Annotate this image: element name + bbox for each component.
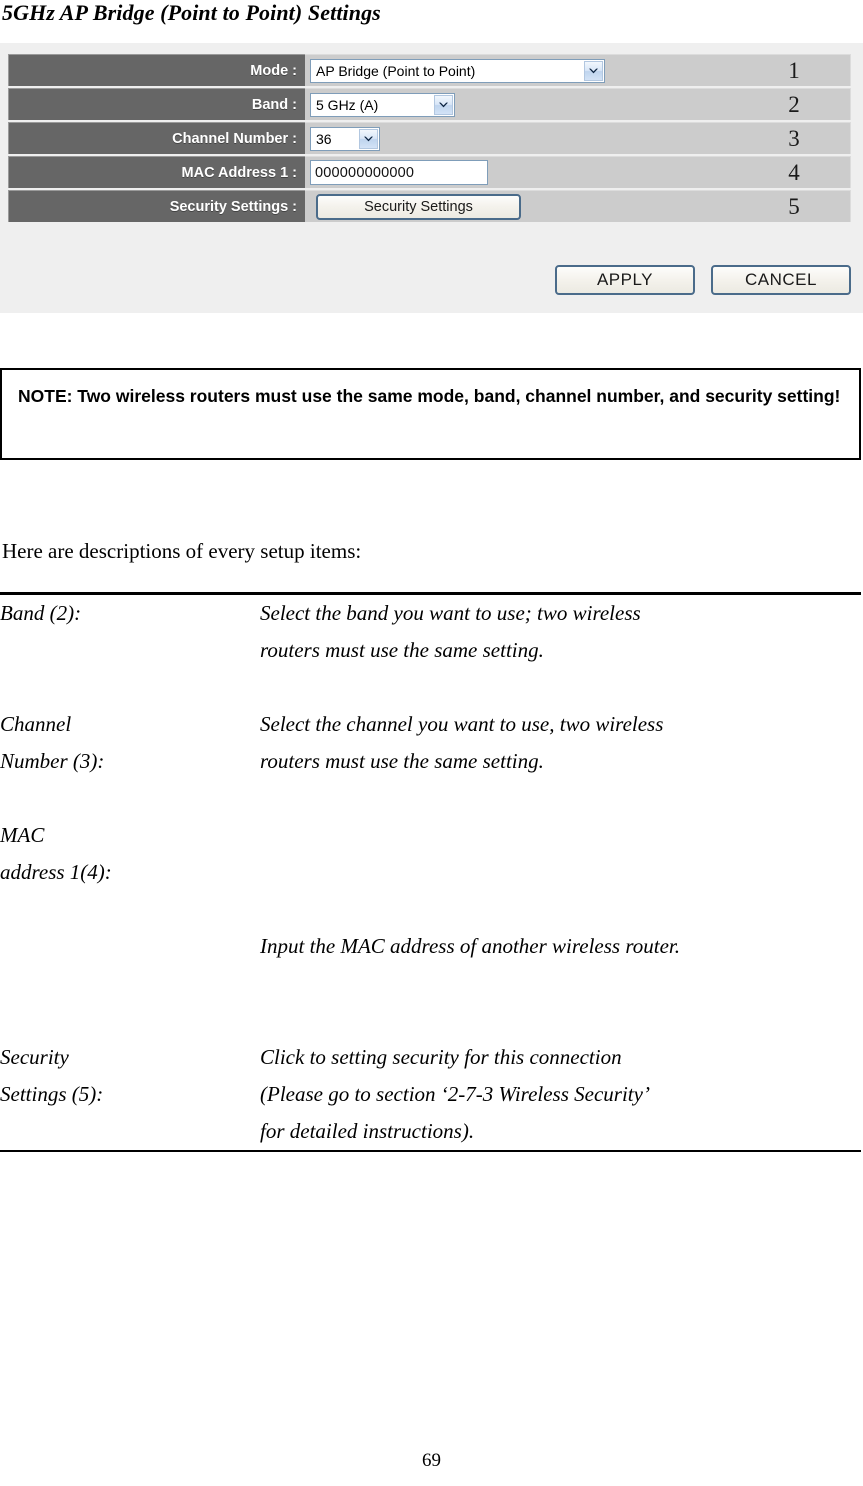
- spacer-cell: [0, 1002, 861, 1039]
- descriptions-section: Band (2): Select the band you want to us…: [0, 592, 861, 1152]
- mode-select[interactable]: AP Bridge (Point to Point): [310, 58, 605, 83]
- page-title: 5GHz AP Bridge (Point to Point) Settings: [2, 0, 381, 25]
- desc-definition-mac-address-1: Input the MAC address of another wireles…: [260, 817, 861, 1002]
- list-item: MAC address 1(4): Input the MAC address …: [0, 817, 861, 1002]
- table-row: MAC Address 1 : 000000000000 4: [8, 156, 851, 188]
- spacer-cell: [0, 669, 861, 706]
- row-spacer: [0, 780, 861, 817]
- field-value-security-settings: Security Settings: [305, 190, 738, 222]
- row-spacer: [0, 1002, 861, 1039]
- chevron-down-icon[interactable]: [359, 128, 378, 149]
- note-callout-box: NOTE: Two wireless routers must use the …: [0, 368, 861, 460]
- descriptions-intro: Here are descriptions of every setup ite…: [2, 539, 362, 563]
- cancel-button[interactable]: CANCEL: [711, 265, 851, 295]
- desc-definition-mac-address-1-text: Input the MAC address of another wireles…: [260, 934, 680, 958]
- mode-select-value: AP Bridge (Point to Point): [316, 62, 476, 79]
- descriptions-table: Band (2): Select the band you want to us…: [0, 595, 861, 1150]
- list-item: Channel Number (3): Select the channel y…: [0, 706, 861, 780]
- apply-button[interactable]: APPLY: [555, 265, 695, 295]
- field-label-mode: Mode :: [8, 54, 305, 86]
- desc-term-channel-number: Channel Number (3):: [0, 712, 105, 773]
- note-text: NOTE: Two wireless routers must use the …: [18, 386, 841, 406]
- field-value-channel-number: 36: [305, 122, 738, 154]
- mac-address-1-input[interactable]: 000000000000: [310, 160, 488, 185]
- desc-definition-channel-number: Select the channel you want to use, two …: [260, 712, 664, 773]
- action-bar: APPLY CANCEL: [0, 265, 851, 295]
- field-value-mac-address-1: 000000000000: [305, 156, 738, 188]
- channel-number-select-value: 36: [316, 130, 332, 147]
- field-value-mode: AP Bridge (Point to Point): [305, 54, 738, 86]
- field-label-band: Band :: [8, 88, 305, 120]
- chevron-down-icon[interactable]: [434, 94, 453, 115]
- field-label-mac-address-1: MAC Address 1 :: [8, 156, 305, 188]
- desc-term-security-settings: Security Settings (5):: [0, 1045, 104, 1106]
- field-label-security-settings: Security Settings :: [8, 190, 305, 222]
- list-item: Band (2): Select the band you want to us…: [0, 595, 861, 669]
- step-marker-4: 4: [738, 156, 851, 188]
- table-row: Mode : AP Bridge (Point to Point) 1: [8, 54, 851, 86]
- spacer-cell: [0, 780, 861, 817]
- band-select-value: 5 GHz (A): [316, 96, 379, 113]
- step-marker-1: 1: [738, 54, 851, 86]
- list-item: Security Settings (5): Click to setting …: [0, 1039, 861, 1150]
- step-marker-3: 3: [738, 122, 851, 154]
- step-marker-5: 5: [738, 190, 851, 222]
- channel-number-select[interactable]: 36: [310, 126, 380, 151]
- divider-bottom: [0, 1150, 861, 1152]
- field-value-band: 5 GHz (A): [305, 88, 738, 120]
- row-spacer: [0, 669, 861, 706]
- desc-definition-band: Select the band you want to use; two wir…: [260, 601, 641, 662]
- router-settings-panel: Mode : AP Bridge (Point to Point) 1 Band…: [0, 43, 863, 313]
- table-row: Band : 5 GHz (A) 2: [8, 88, 851, 120]
- page-number: 69: [422, 1450, 441, 1471]
- band-select[interactable]: 5 GHz (A): [310, 92, 455, 117]
- field-label-channel-number: Channel Number :: [8, 122, 305, 154]
- table-row: Channel Number : 36 3: [8, 122, 851, 154]
- desc-definition-security-settings: Click to setting security for this conne…: [260, 1045, 650, 1143]
- table-row: Security Settings : Security Settings 5: [8, 190, 851, 222]
- desc-term-mac-address-1: MAC address 1(4):: [0, 823, 112, 884]
- security-settings-button[interactable]: Security Settings: [316, 193, 521, 220]
- desc-term-band: Band (2):: [0, 601, 82, 625]
- settings-form-table: Mode : AP Bridge (Point to Point) 1 Band…: [8, 52, 851, 224]
- step-marker-2: 2: [738, 88, 851, 120]
- chevron-down-icon[interactable]: [584, 60, 603, 81]
